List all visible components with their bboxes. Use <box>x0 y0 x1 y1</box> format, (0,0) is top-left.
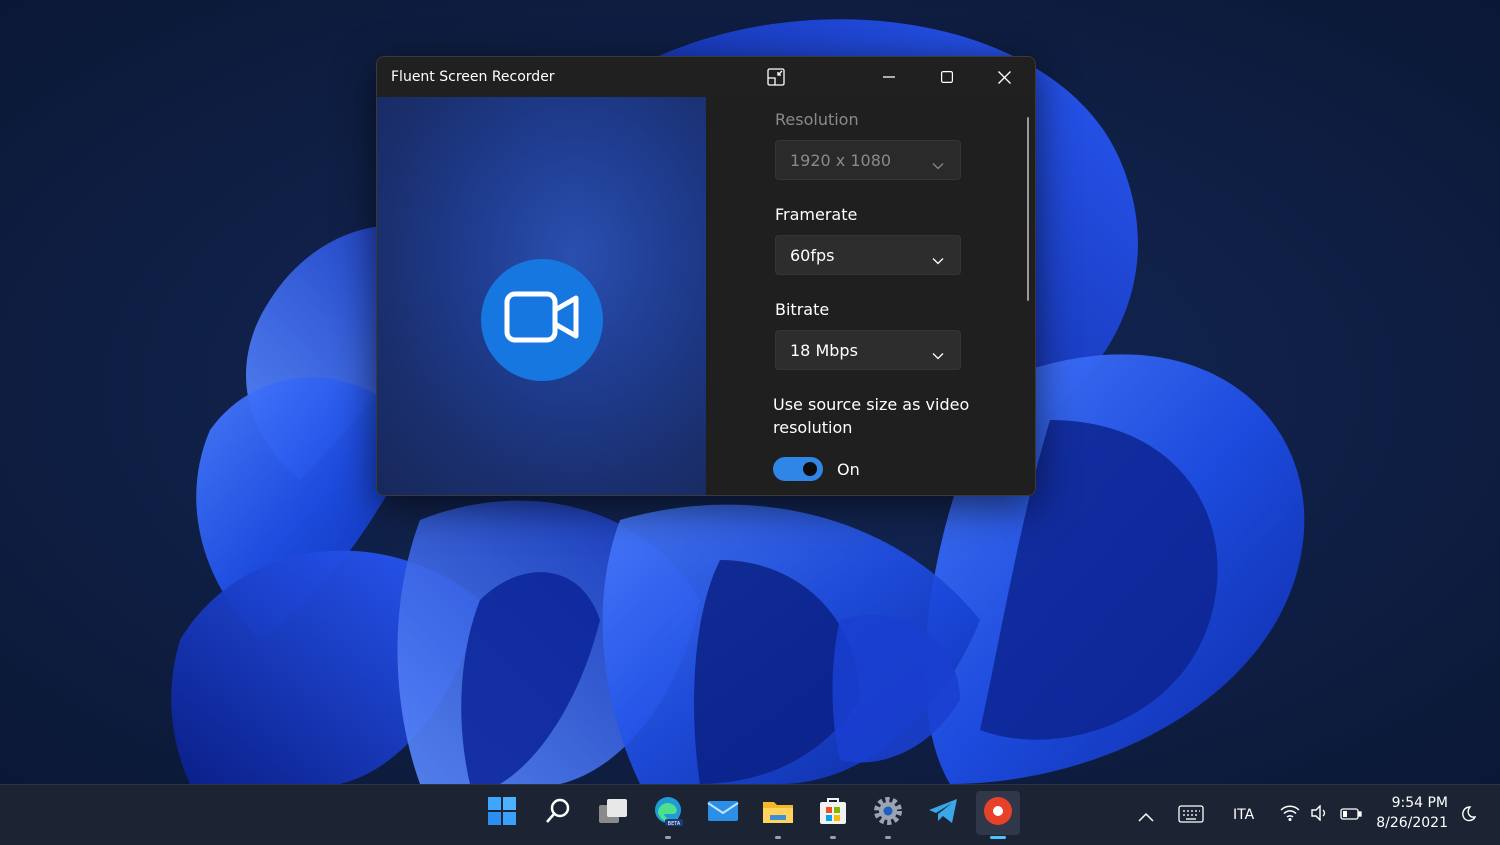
resolution-dropdown[interactable]: 1920 x 1080 <box>775 140 961 180</box>
framerate-dropdown[interactable]: 60fps <box>775 235 961 275</box>
store-icon <box>818 796 848 830</box>
preview-panel <box>377 97 706 495</box>
battery-button[interactable] <box>1340 806 1362 825</box>
bitrate-dropdown[interactable]: 18 Mbps <box>775 330 961 370</box>
framerate-label: Framerate <box>775 205 858 224</box>
chevron-down-icon <box>932 155 944 174</box>
edge-beta-icon: BETA <box>652 795 684 831</box>
toggle-state-text: On <box>837 460 860 479</box>
mail-button[interactable] <box>701 791 745 835</box>
keyboard-icon <box>1178 805 1204 827</box>
toggle-knob <box>803 462 817 476</box>
close-icon <box>997 70 1011 84</box>
source-size-label: Use source size as video resolution <box>773 395 970 437</box>
telegram-icon <box>927 797 959 829</box>
app-window: Fluent Screen Recorder Resolution 1920 x… <box>376 56 1036 496</box>
maximize-button[interactable] <box>924 57 970 97</box>
taskbar: BETA ITA <box>0 784 1500 845</box>
chevron-down-icon <box>932 250 944 269</box>
window-title: Fluent Screen Recorder <box>391 69 555 85</box>
compact-overlay-button[interactable] <box>753 57 799 97</box>
search-button[interactable] <box>536 791 580 835</box>
minimize-button[interactable] <box>866 57 912 97</box>
settings-gear-icon <box>872 795 904 831</box>
running-indicator <box>665 836 671 839</box>
wifi-icon <box>1280 805 1300 825</box>
minimize-icon <box>883 71 895 83</box>
source-size-toggle[interactable] <box>773 457 823 481</box>
screen-recorder-icon <box>983 796 1013 830</box>
touch-keyboard-button[interactable] <box>1178 805 1204 827</box>
record-button[interactable] <box>481 259 603 381</box>
start-button[interactable] <box>480 791 524 835</box>
chevron-down-icon <box>932 345 944 364</box>
battery-icon <box>1340 806 1362 825</box>
resolution-label: Resolution <box>775 110 859 129</box>
running-indicator <box>775 836 781 839</box>
folder-icon <box>762 797 794 829</box>
volume-button[interactable] <box>1310 804 1330 825</box>
active-indicator <box>990 836 1006 839</box>
store-button[interactable] <box>811 791 855 839</box>
maximize-icon <box>941 71 953 83</box>
network-button[interactable] <box>1280 805 1300 825</box>
mail-icon <box>707 799 739 827</box>
resolution-value: 1920 x 1080 <box>790 151 892 170</box>
screen-recorder-button[interactable] <box>976 791 1020 839</box>
close-button[interactable] <box>981 57 1027 97</box>
bitrate-label: Bitrate <box>775 300 830 319</box>
task-view-button[interactable] <box>591 791 635 835</box>
moon-icon <box>1458 806 1477 827</box>
clock-date[interactable]: 8/26/2021 <box>1370 815 1448 831</box>
telegram-button[interactable] <box>921 791 965 835</box>
settings-scrollbar[interactable] <box>1027 117 1029 301</box>
clock-time[interactable]: 9:54 PM <box>1378 795 1448 811</box>
search-icon <box>544 797 572 829</box>
show-hidden-icons-button[interactable] <box>1138 807 1154 826</box>
running-indicator <box>830 836 836 839</box>
file-explorer-button[interactable] <box>756 791 800 839</box>
video-camera-icon <box>504 290 580 350</box>
focus-assist-button[interactable] <box>1458 805 1477 827</box>
bitrate-value: 18 Mbps <box>790 341 858 360</box>
settings-button[interactable] <box>866 791 910 839</box>
running-indicator <box>885 836 891 839</box>
svg-text:BETA: BETA <box>668 821 681 827</box>
title-bar[interactable]: Fluent Screen Recorder <box>377 57 1035 97</box>
input-language-indicator[interactable]: ITA <box>1233 807 1254 823</box>
speaker-icon <box>1310 804 1330 825</box>
edge-beta-button[interactable]: BETA <box>646 791 690 839</box>
task-view-icon <box>597 797 629 829</box>
settings-panel: Resolution 1920 x 1080 Framerate 60fps B… <box>706 97 1035 495</box>
chevron-up-icon <box>1138 807 1154 826</box>
windows-start-icon <box>487 796 517 830</box>
compact-overlay-icon <box>766 67 786 87</box>
framerate-value: 60fps <box>790 246 835 265</box>
